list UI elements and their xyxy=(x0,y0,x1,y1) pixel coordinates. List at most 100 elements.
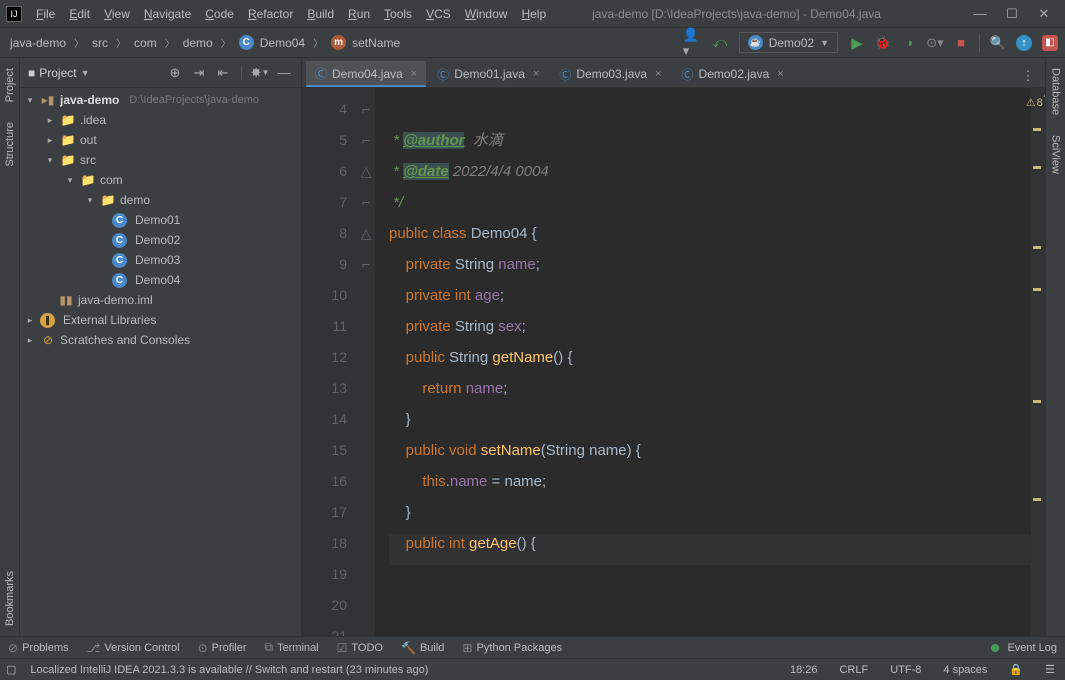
tree-iml[interactable]: ▮▮java-demo.iml xyxy=(20,290,301,310)
terminal-tool-button[interactable]: ⧉Terminal xyxy=(264,640,318,655)
event-log-button[interactable]: Event Log xyxy=(991,642,1057,654)
menu-build[interactable]: Build xyxy=(301,4,340,24)
python-packages-button[interactable]: ⊞Python Packages xyxy=(462,641,562,655)
build-tool-button[interactable]: 🔨Build xyxy=(401,641,444,655)
window-controls: — ☐ ✕ xyxy=(973,7,1059,21)
stop-button[interactable]: ■ xyxy=(950,32,972,54)
menu-file[interactable]: File xyxy=(30,4,61,24)
problems-tool-button[interactable]: ⊘Problems xyxy=(8,641,69,655)
menu-tools[interactable]: Tools xyxy=(378,4,418,24)
dropdown-icon: ▼ xyxy=(820,38,829,48)
fold-gutter[interactable]: ⌐⌐△⌐△⌐ xyxy=(357,88,375,636)
structure-tool-button[interactable]: Structure xyxy=(2,112,18,177)
tree-scratches[interactable]: ▸⊘Scratches and Consoles xyxy=(20,330,301,350)
inspection-summary[interactable]: ⚠8 ^ ∨ xyxy=(1031,92,1045,113)
main-menu: FileEditViewNavigateCodeRefactorBuildRun… xyxy=(30,4,552,24)
editor-area: ⒸDemo04.java×ⒸDemo01.java×ⒸDemo03.java×Ⓒ… xyxy=(302,58,1045,636)
menu-refactor[interactable]: Refactor xyxy=(242,4,299,24)
tree-ext-libs[interactable]: ▸∥External Libraries xyxy=(20,310,301,330)
tree-class-1[interactable]: CDemo02 xyxy=(20,230,301,250)
menu-code[interactable]: Code xyxy=(199,4,240,24)
sync-icon[interactable]: ⤺ xyxy=(709,32,731,54)
update-icon[interactable]: ↑ xyxy=(1013,32,1035,54)
tree-class-3[interactable]: CDemo04 xyxy=(20,270,301,290)
sciview-tool-button[interactable]: SciView xyxy=(1048,125,1064,184)
run-button[interactable]: ▶ xyxy=(846,32,868,54)
code-lines[interactable]: * @author 水滴 * @date 2022/4/4 0004 */pub… xyxy=(375,88,1031,636)
database-tool-button[interactable]: Database xyxy=(1048,58,1064,125)
tree-class-0[interactable]: CDemo01 xyxy=(20,210,301,230)
menu-vcs[interactable]: VCS xyxy=(420,4,457,24)
crumb-5[interactable]: msetName xyxy=(325,33,406,52)
notification-dot-icon xyxy=(991,644,999,652)
menu-help[interactable]: Help xyxy=(515,4,552,24)
coverage-icon[interactable]: ◑ xyxy=(898,32,920,54)
tab-Demo03.java[interactable]: ⒸDemo03.java× xyxy=(550,61,670,87)
settings-icon[interactable]: ✸ ▼ xyxy=(251,64,269,82)
search-icon[interactable]: 🔍 xyxy=(987,32,1009,54)
close-button[interactable]: ✕ xyxy=(1037,7,1051,21)
menu-view[interactable]: View xyxy=(98,4,136,24)
tab-Demo01.java[interactable]: ⒸDemo01.java× xyxy=(428,61,548,87)
tab-options-icon[interactable]: ⋮ xyxy=(1017,65,1039,87)
window-title: java-demo [D:\IdeaProjects\java-demo] - … xyxy=(552,7,973,21)
tab-Demo02.java[interactable]: ⒸDemo02.java× xyxy=(673,61,793,87)
menu-edit[interactable]: Edit xyxy=(63,4,96,24)
ide-errors-icon[interactable]: ◧ xyxy=(1039,32,1061,54)
project-tree[interactable]: ▾▸▮ java-demo D:\IdeaProjects\java-demo … xyxy=(20,88,301,636)
profile-icon[interactable]: ⊙▾ xyxy=(924,32,946,54)
crumb-0[interactable]: java-demo xyxy=(4,34,72,52)
select-opened-icon[interactable]: ⊕ xyxy=(166,64,184,82)
editor-tabs: ⒸDemo04.java×ⒸDemo01.java×ⒸDemo03.java×Ⓒ… xyxy=(302,58,1045,88)
tree-root-label: java-demo xyxy=(60,93,119,107)
status-readonly-icon[interactable]: 🔒 xyxy=(1005,663,1027,676)
user-icon[interactable]: 👤▾ xyxy=(683,32,705,54)
collapse-all-icon[interactable]: ⇤ xyxy=(214,64,232,82)
tree-root[interactable]: ▾▸▮ java-demo D:\IdeaProjects\java-demo xyxy=(20,90,301,110)
vcs-tool-button[interactable]: ⎇Version Control xyxy=(87,641,180,655)
crumb-3[interactable]: demo xyxy=(177,34,219,52)
project-tool-button[interactable]: Project xyxy=(2,58,18,112)
close-tab-icon[interactable]: × xyxy=(411,68,417,80)
tree-src[interactable]: ▾📁src xyxy=(20,150,301,170)
crumb-1[interactable]: src xyxy=(86,34,114,52)
tree-class-2[interactable]: CDemo03 xyxy=(20,250,301,270)
menu-window[interactable]: Window xyxy=(459,4,514,24)
tree-root-path: D:\IdeaProjects\java-demo xyxy=(129,94,259,106)
tree-demo[interactable]: ▾📁demo xyxy=(20,190,301,210)
minimize-button[interactable]: — xyxy=(973,7,987,21)
run-config-select[interactable]: ☕ Demo02 ▼ xyxy=(739,32,838,53)
status-encoding[interactable]: UTF-8 xyxy=(886,664,925,676)
status-notify-icon[interactable]: ☰ xyxy=(1041,663,1059,676)
expand-all-icon[interactable]: ⇥ xyxy=(190,64,208,82)
status-message[interactable]: Localized IntelliJ IDEA 2021.3.3 is avai… xyxy=(30,664,772,676)
close-tab-icon[interactable]: × xyxy=(533,68,539,80)
status-bar: ▢ Localized IntelliJ IDEA 2021.3.3 is av… xyxy=(0,658,1065,680)
bottom-tool-bar: ⊘Problems ⎇Version Control ⊙Profiler ⧉Te… xyxy=(0,636,1065,658)
profiler-tool-button[interactable]: ⊙Profiler xyxy=(198,641,247,655)
project-panel: ■ Project ▼ ⊕ ⇥ ⇤ ✸ ▼ — ▾▸▮ java-demo D:… xyxy=(20,58,302,636)
status-icon[interactable]: ▢ xyxy=(6,663,16,676)
menu-navigate[interactable]: Navigate xyxy=(138,4,197,24)
hide-panel-icon[interactable]: — xyxy=(275,64,293,82)
class-icon: ☕ xyxy=(748,35,763,50)
debug-button[interactable]: 🐞 xyxy=(872,32,894,54)
crumb-2[interactable]: com xyxy=(128,34,163,52)
error-stripe[interactable]: ⚠8 ^ ∨ xyxy=(1031,88,1045,636)
maximize-button[interactable]: ☐ xyxy=(1005,7,1019,21)
tree-com[interactable]: ▾📁com xyxy=(20,170,301,190)
tree-out[interactable]: ▸📁out xyxy=(20,130,301,150)
code-editor[interactable]: 456789101112131415161718192021 ⌐⌐△⌐△⌐ * … xyxy=(302,88,1045,636)
status-line-ending[interactable]: CRLF xyxy=(835,664,872,676)
tree-idea[interactable]: ▸📁.idea xyxy=(20,110,301,130)
project-panel-title[interactable]: ■ Project ▼ xyxy=(28,66,90,80)
bookmarks-tool-button[interactable]: Bookmarks xyxy=(2,561,18,636)
menu-run[interactable]: Run xyxy=(342,4,376,24)
breadcrumb: java-demo〉src〉com〉demo〉CDemo04〉msetName xyxy=(4,33,406,52)
status-indent[interactable]: 4 spaces xyxy=(939,664,991,676)
close-tab-icon[interactable]: × xyxy=(777,68,783,80)
crumb-4[interactable]: CDemo04 xyxy=(233,33,311,52)
todo-tool-button[interactable]: ☑TODO xyxy=(337,641,383,655)
close-tab-icon[interactable]: × xyxy=(655,68,661,80)
tab-Demo04.java[interactable]: ⒸDemo04.java× xyxy=(306,61,426,87)
